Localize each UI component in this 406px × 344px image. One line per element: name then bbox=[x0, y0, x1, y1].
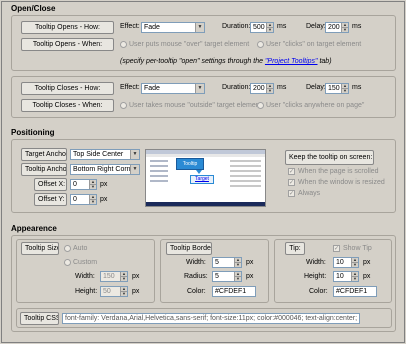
tip-height-stepper[interactable]: 10 ▲ ▼ bbox=[333, 271, 359, 282]
opens-mouse-over-radio[interactable] bbox=[120, 41, 127, 48]
opens-duration-unit: ms bbox=[277, 23, 287, 30]
closes-delay-unit: ms bbox=[352, 84, 362, 91]
keep-on-screen-button[interactable]: Keep the tooltip on screen: bbox=[285, 150, 374, 165]
show-tip-checkbox[interactable]: ✓ bbox=[333, 245, 340, 252]
offset-y-unit: px bbox=[100, 196, 108, 203]
closes-mouse-outside-label: User takes mouse "outside" target elemen… bbox=[129, 102, 262, 109]
closes-duration-stepper[interactable]: 200 ▲ ▼ bbox=[250, 83, 274, 94]
always-checkbox[interactable]: ✓ bbox=[288, 190, 295, 197]
tip-width-unit: px bbox=[363, 259, 371, 266]
opens-delay-stepper[interactable]: 200 ▲ ▼ bbox=[325, 22, 349, 33]
when-resized-label: When the window is resized bbox=[298, 179, 385, 186]
tooltip-opens-how-button[interactable]: Tooltip Opens - How: bbox=[21, 21, 114, 34]
size-width-label: Width: bbox=[75, 273, 95, 280]
position-preview-image: Tooltip Target bbox=[145, 149, 266, 207]
closes-click-anywhere-label: User "clicks anywhere on page" bbox=[266, 102, 365, 109]
when-scrolled-label: When the page is scrolled bbox=[298, 168, 379, 175]
preview-tooltip: Tooltip bbox=[176, 158, 204, 170]
border-color-label: Color: bbox=[187, 288, 206, 295]
tooltip-border-button[interactable]: Tooltip Border: bbox=[166, 242, 212, 255]
border-width-stepper[interactable]: 5 ▲ ▼ bbox=[212, 257, 242, 268]
target-anchor-button[interactable]: Target Anchor: bbox=[21, 148, 67, 161]
tip-height-unit: px bbox=[363, 273, 371, 280]
closes-click-anywhere-radio[interactable] bbox=[257, 102, 264, 109]
chevron-down-icon: ▼ bbox=[130, 165, 139, 174]
tooltip-css-button[interactable]: Tooltip CSS: bbox=[20, 312, 59, 325]
size-width-unit: px bbox=[132, 273, 140, 280]
size-custom-label: Custom bbox=[73, 259, 98, 266]
tooltip-size-button[interactable]: Tooltip Size: bbox=[21, 242, 59, 255]
chevron-down-icon: ▼ bbox=[195, 84, 204, 93]
closes-delay-stepper[interactable]: 150 ▲ ▼ bbox=[325, 83, 349, 94]
tip-height-label: Height: bbox=[304, 273, 327, 280]
closes-mouse-outside-radio[interactable] bbox=[120, 102, 127, 109]
size-height-stepper[interactable]: 50 ▲ ▼ bbox=[100, 286, 128, 297]
section-title-positioning: Positioning bbox=[11, 128, 55, 137]
border-radius-unit: px bbox=[246, 273, 254, 280]
closes-duration-label: Duration: bbox=[222, 84, 251, 91]
tooltip-closes-when-button[interactable]: Tooltip Closes - When: bbox=[21, 99, 114, 112]
offset-x-button[interactable]: Offset X: bbox=[34, 178, 67, 191]
when-scrolled-checkbox[interactable]: ✓ bbox=[288, 168, 295, 175]
opens-click-label: User "clicks" on target element bbox=[266, 41, 362, 48]
size-height-label: Height: bbox=[75, 288, 98, 295]
border-color-input[interactable]: #CFDEF1 bbox=[212, 286, 256, 297]
opens-delay-label: Delay: bbox=[306, 23, 326, 30]
tooltip-opens-when-button[interactable]: Tooltip Opens - When: bbox=[21, 38, 114, 51]
border-radius-label: Radius: bbox=[184, 273, 208, 280]
opens-effect-select[interactable]: Fade ▼ bbox=[141, 22, 205, 33]
closes-duration-unit: ms bbox=[277, 84, 287, 91]
tip-width-stepper[interactable]: 10 ▲ ▼ bbox=[333, 257, 359, 268]
size-height-unit: px bbox=[132, 288, 140, 295]
tooltip-closes-how-button[interactable]: Tooltip Closes - How: bbox=[21, 82, 114, 95]
size-width-stepper[interactable]: 150 ▲ ▼ bbox=[100, 271, 128, 282]
tip-color-label: Color: bbox=[309, 288, 328, 295]
opens-duration-stepper[interactable]: 500 ▲ ▼ bbox=[250, 22, 274, 33]
chevron-down-icon: ▼ bbox=[195, 23, 204, 32]
section-title-open-close: Open/Close bbox=[11, 4, 56, 13]
closes-effect-label: Effect: bbox=[120, 84, 140, 91]
open-settings-hint: (specify per-tooltip "open" settings thr… bbox=[120, 58, 332, 65]
tip-button[interactable]: Tip: bbox=[285, 242, 305, 255]
tooltip-css-input[interactable]: font-family: Verdana,Arial,Helvetica,san… bbox=[62, 313, 360, 324]
size-custom-radio[interactable] bbox=[64, 259, 71, 266]
border-width-unit: px bbox=[246, 259, 254, 266]
closes-effect-select[interactable]: Fade ▼ bbox=[141, 83, 205, 94]
always-label: Always bbox=[298, 190, 321, 197]
tooltip-anchor-button[interactable]: Tooltip Anchor: bbox=[21, 163, 67, 176]
opens-delay-unit: ms bbox=[352, 23, 362, 30]
chevron-down-icon: ▼ bbox=[130, 150, 139, 159]
project-tooltips-link[interactable]: "Project Tooltips" bbox=[265, 58, 318, 65]
show-tip-label: Show Tip bbox=[343, 245, 372, 252]
offset-x-stepper[interactable]: 0 ▲ ▼ bbox=[70, 179, 97, 190]
border-width-label: Width: bbox=[186, 259, 206, 266]
preview-target: Target bbox=[190, 175, 214, 184]
offset-y-stepper[interactable]: 0 ▲ ▼ bbox=[70, 194, 97, 205]
size-auto-label: Auto bbox=[73, 245, 88, 252]
target-anchor-select[interactable]: Top Side Center ▼ bbox=[70, 149, 140, 160]
tooltip-anchor-select[interactable]: Bottom Right Corner ▼ bbox=[70, 164, 140, 175]
when-resized-checkbox[interactable]: ✓ bbox=[288, 179, 295, 186]
tip-color-input[interactable]: #CFDEF1 bbox=[333, 286, 377, 297]
opens-effect-label: Effect: bbox=[120, 23, 140, 30]
opens-mouse-over-label: User puts mouse "over" target element bbox=[129, 41, 250, 48]
offset-x-unit: px bbox=[100, 181, 108, 188]
opens-duration-label: Duration: bbox=[222, 23, 251, 30]
tip-width-label: Width: bbox=[306, 259, 326, 266]
border-radius-stepper[interactable]: 5 ▲ ▼ bbox=[212, 271, 242, 282]
opens-click-radio[interactable] bbox=[257, 41, 264, 48]
size-auto-radio[interactable] bbox=[64, 245, 71, 252]
closes-delay-label: Delay: bbox=[306, 84, 326, 91]
section-title-appearance: Appearence bbox=[11, 224, 57, 233]
offset-y-button[interactable]: Offset Y: bbox=[34, 193, 67, 206]
